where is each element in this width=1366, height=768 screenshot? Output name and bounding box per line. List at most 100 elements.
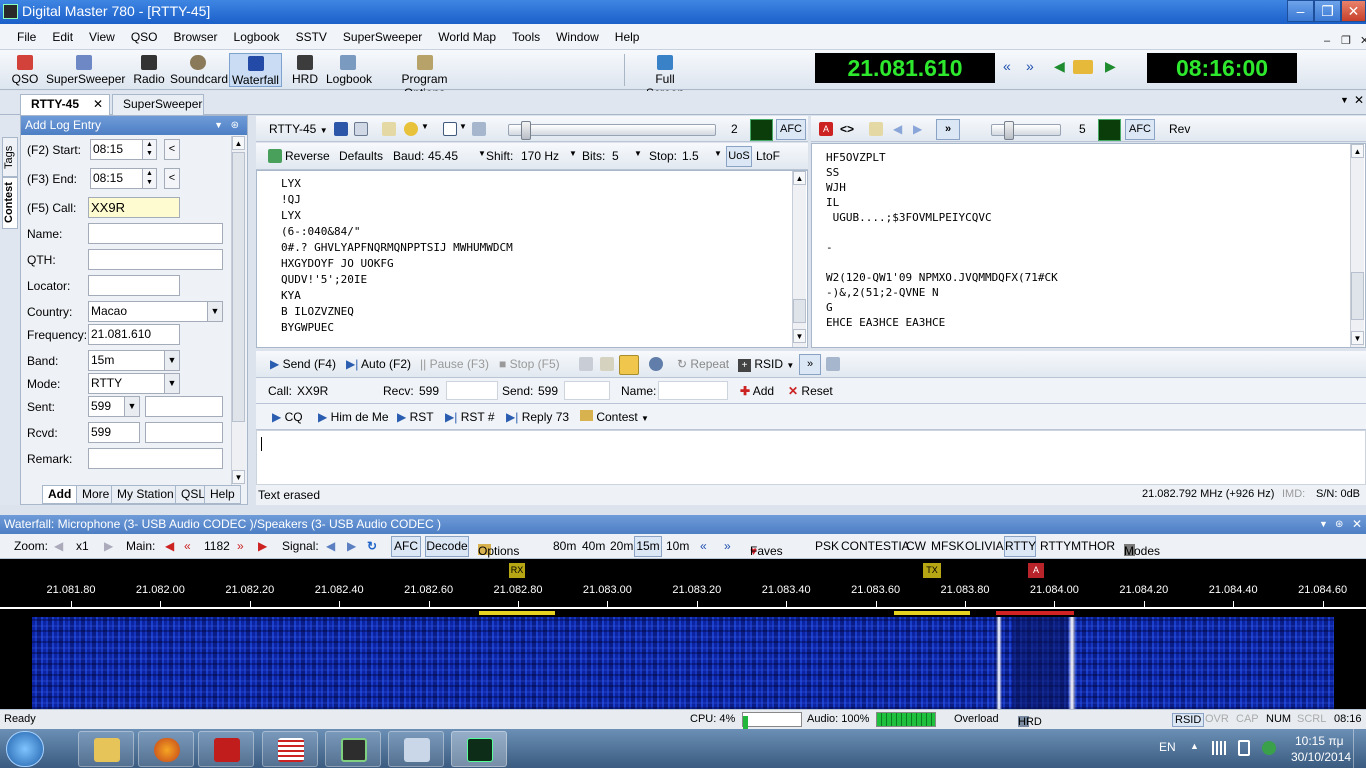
zoom-in-icon[interactable]: ▶: [104, 539, 113, 553]
main-prev-icon[interactable]: ◀: [165, 539, 174, 553]
radio-button[interactable]: Radio: [131, 53, 167, 87]
mode-select[interactable]: RTTY-45 ▼: [269, 122, 328, 136]
rev-toggle[interactable]: Rev: [1169, 122, 1190, 136]
baud-select[interactable]: 45.45: [428, 149, 458, 163]
rx-marker[interactable]: RX: [509, 563, 525, 578]
frequency-display[interactable]: 21.081.610: [815, 53, 995, 83]
log-tab-my-station[interactable]: My Station: [111, 485, 180, 504]
band-40m-button[interactable]: 40m: [582, 539, 605, 553]
scroll-thumb[interactable]: [793, 299, 806, 323]
qso-name-field[interactable]: [658, 381, 728, 400]
rx-text-pane-left[interactable]: LYX !QJ LYX (6-:040&84/" 0#.? GHVLYAPFNQRMQN…: [256, 170, 808, 348]
more-icon[interactable]: »: [799, 354, 821, 375]
language-indicator[interactable]: EN: [1159, 740, 1176, 754]
waterfall-button[interactable]: Waterfall: [229, 53, 282, 87]
macro-rst-number-button[interactable]: ▶| RST #: [445, 410, 495, 424]
zoom-out-icon[interactable]: ◀: [54, 539, 63, 553]
stop-button[interactable]: ■ Stop (F5): [499, 357, 560, 371]
sent-select[interactable]: 599 ▼: [88, 396, 140, 417]
mode-rttym-button[interactable]: RTTYM: [1040, 539, 1081, 553]
uos-toggle[interactable]: UoS: [726, 146, 752, 167]
bits-select[interactable]: 5: [612, 149, 619, 163]
program-options-button[interactable]: Program Options: [382, 53, 467, 100]
settings-gear-icon[interactable]: [649, 357, 663, 371]
bell-icon[interactable]: [404, 122, 418, 136]
code-icon[interactable]: <>: [840, 122, 854, 136]
macro-reply-73-button[interactable]: ▶| Reply 73: [506, 410, 569, 424]
chevron-down-icon[interactable]: ▼: [478, 149, 486, 158]
panel-close-icon[interactable]: ✕: [1352, 515, 1362, 534]
pause-button[interactable]: || Pause (F3): [420, 357, 489, 371]
taskbar-app-grid[interactable]: [262, 731, 318, 767]
stop-select[interactable]: 1.5: [682, 149, 699, 163]
mode-rtty-button[interactable]: RTTY: [1004, 536, 1036, 557]
remark-field[interactable]: [88, 448, 223, 469]
end-now-button[interactable]: <: [164, 168, 180, 189]
repeat-button[interactable]: ↻ Repeat: [677, 357, 729, 371]
scroll-down-icon[interactable]: ▼: [232, 470, 245, 484]
menu-window[interactable]: Window: [548, 24, 607, 50]
rsid-button[interactable]: + RSID ▼: [738, 357, 794, 372]
rcvd-extra-field[interactable]: [145, 422, 223, 443]
start-time-field[interactable]: 08:15: [90, 139, 145, 160]
end-time-field[interactable]: 08:15: [90, 168, 145, 189]
send-button[interactable]: ▶ Send (F4): [270, 357, 336, 371]
mode-select[interactable]: RTTY ▼: [88, 373, 180, 394]
log-tab-more[interactable]: More: [76, 485, 116, 504]
slider-knob[interactable]: [1004, 121, 1014, 140]
menu-help[interactable]: Help: [607, 24, 648, 50]
start-now-button[interactable]: <: [164, 139, 180, 160]
lock-icon[interactable]: [619, 355, 639, 375]
rsid-indicator[interactable]: RSID: [1172, 713, 1205, 727]
close-button[interactable]: ✕: [1341, 0, 1366, 22]
next-arrow-icon[interactable]: ▶: [913, 122, 922, 136]
chevron-down-icon[interactable]: ▼: [164, 374, 179, 393]
tx-marker[interactable]: TX: [923, 563, 941, 578]
menu-sstv[interactable]: SSTV: [288, 24, 335, 50]
save-icon[interactable]: [334, 122, 348, 136]
end-spinner[interactable]: ▲ ▼: [142, 168, 157, 189]
band-next-icon[interactable]: »: [724, 539, 731, 553]
tx-clear-icon[interactable]: [579, 357, 593, 371]
menu-world-map[interactable]: World Map: [430, 24, 504, 50]
tab-rtty-45[interactable]: RTTY-45 ✕: [20, 94, 110, 115]
side-tab-tags[interactable]: Tags: [2, 137, 18, 177]
layout-dropdown-icon[interactable]: ▼: [459, 122, 467, 131]
taskbar-time[interactable]: 10:15 πμ: [1295, 734, 1344, 748]
chevron-down-icon[interactable]: ▼: [124, 397, 139, 416]
waterfall-frequency-scale[interactable]: 21.081.80 21.082.00 21.082.20 21.082.40 21.0…: [0, 559, 1366, 615]
macro-him-de-me-button[interactable]: ▶ Him de Me: [318, 410, 389, 424]
defaults-button[interactable]: Defaults: [339, 149, 383, 163]
menu-file[interactable]: File: [9, 24, 44, 50]
macro-rst-button[interactable]: ▶ RST: [397, 410, 434, 424]
chevron-down-icon[interactable]: ▼: [207, 302, 222, 321]
logbook-button[interactable]: Logbook: [326, 53, 372, 87]
menu-logbook[interactable]: Logbook: [226, 24, 288, 50]
afc-toggle[interactable]: AFC: [1125, 119, 1155, 140]
hrd-button[interactable]: HRD: [291, 53, 319, 87]
mode-mfsk-button[interactable]: MFSK: [931, 539, 964, 553]
battery-icon[interactable]: [1238, 740, 1250, 756]
a-marker[interactable]: A: [1028, 563, 1044, 578]
security-icon[interactable]: [1262, 741, 1276, 755]
taskbar-hrd[interactable]: [325, 731, 381, 767]
rcvd-field[interactable]: 599: [88, 422, 140, 443]
minimize-button[interactable]: –: [1287, 0, 1314, 22]
start-button[interactable]: [6, 731, 44, 767]
taskbar-digital-master[interactable]: [451, 731, 507, 767]
macro-contest-button[interactable]: Contest ▼: [580, 410, 649, 424]
waterfall-display[interactable]: [32, 617, 1334, 709]
decode-toggle[interactable]: Decode: [425, 536, 469, 557]
tx-eraser-icon[interactable]: [600, 357, 614, 371]
taskbar-acrobat[interactable]: [198, 731, 254, 767]
chevron-down-icon[interactable]: ▼: [634, 149, 642, 158]
eraser-icon[interactable]: [382, 122, 396, 136]
folder-icon[interactable]: [1073, 60, 1093, 74]
tray-expand-icon[interactable]: ▲: [1190, 741, 1199, 751]
chevron-down-icon[interactable]: ▼: [569, 149, 577, 158]
locator-field[interactable]: [88, 275, 180, 296]
qth-field[interactable]: [88, 249, 223, 270]
tabs-close-icon[interactable]: ✕: [1354, 93, 1364, 107]
signal-next-icon[interactable]: ▶: [347, 539, 356, 553]
taskbar-firefox[interactable]: [138, 731, 194, 767]
